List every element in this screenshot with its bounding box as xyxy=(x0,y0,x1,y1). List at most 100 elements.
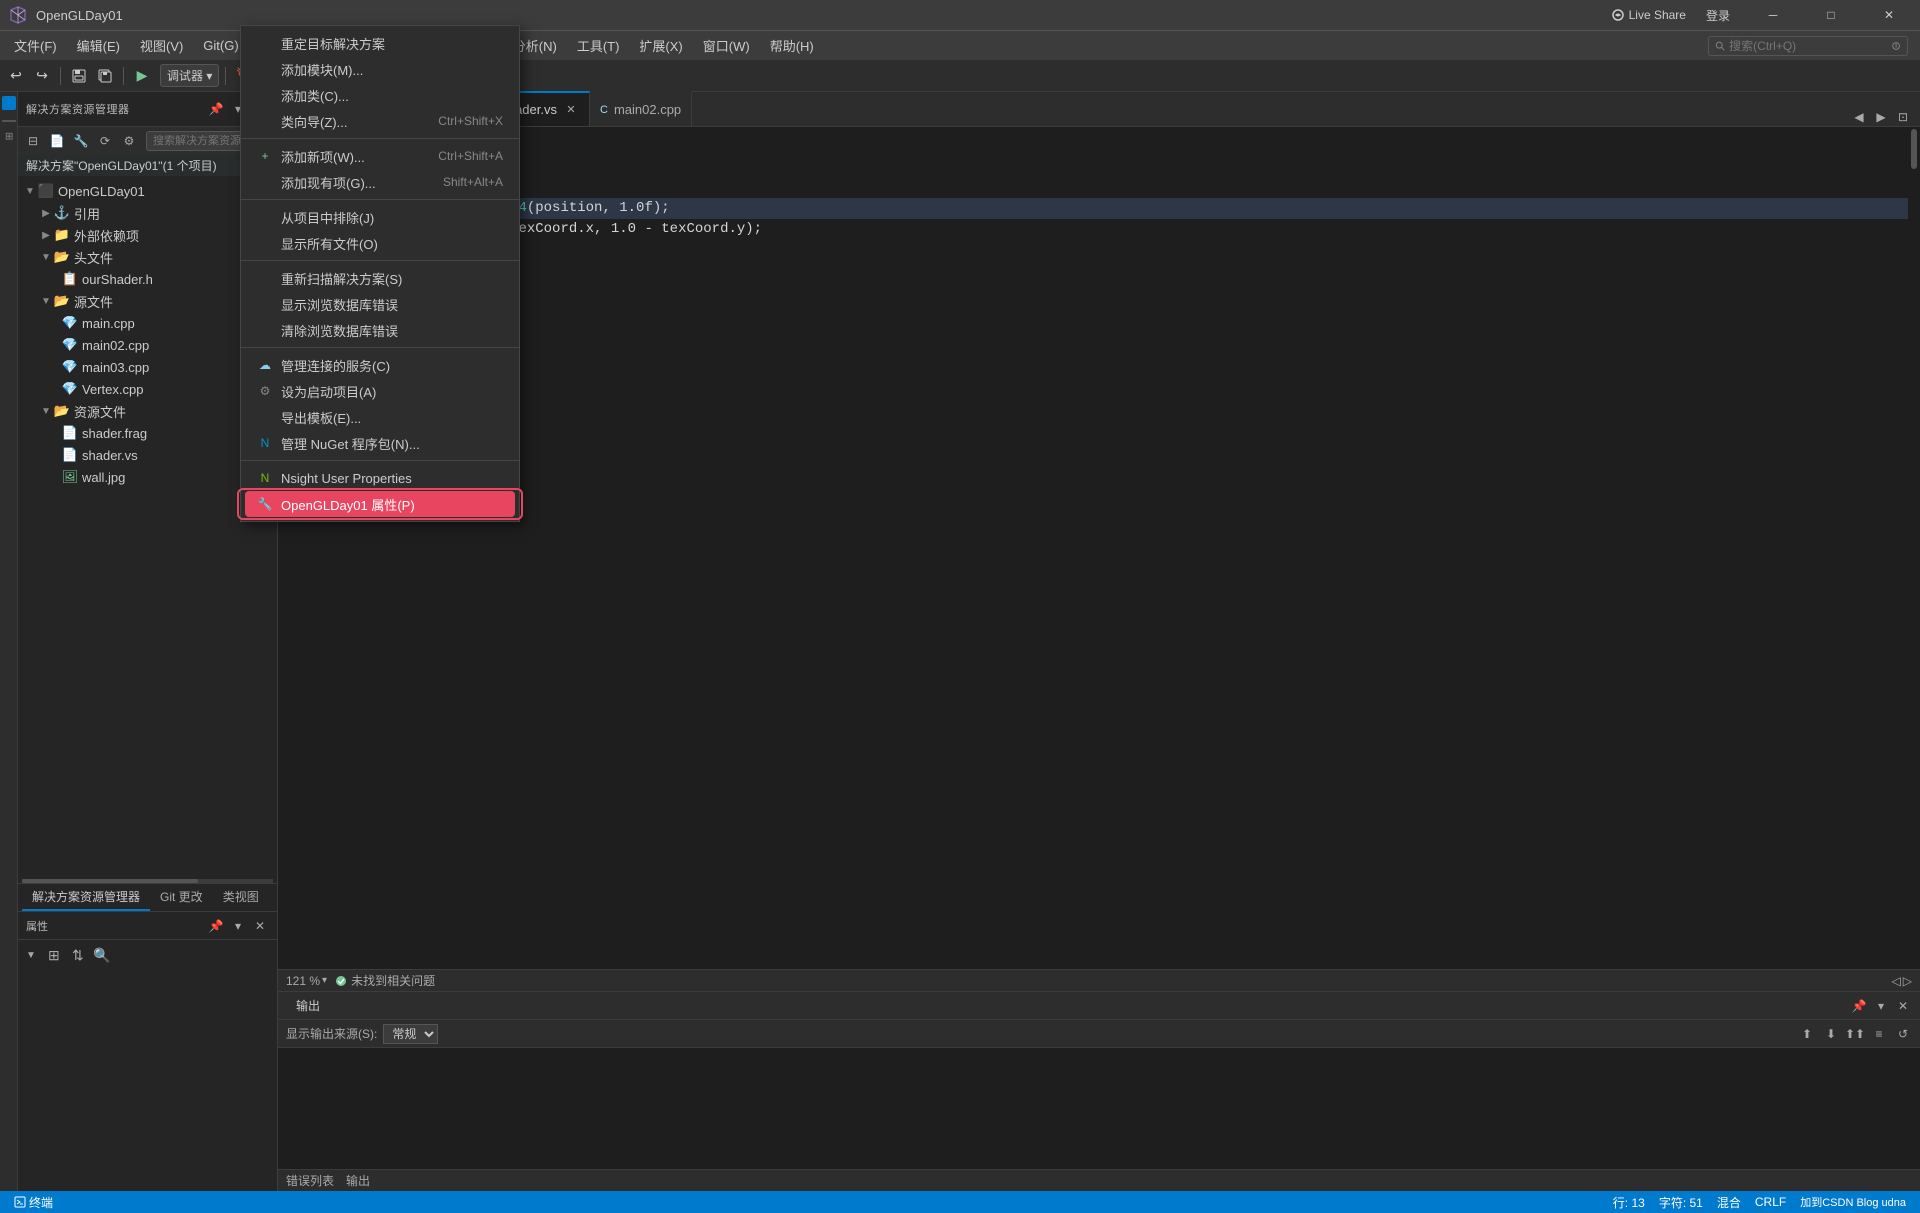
sidebar-tab-solution-explorer[interactable]: 解决方案资源管理器 xyxy=(22,884,150,911)
menu-item-help[interactable]: 帮助(H) xyxy=(760,32,824,59)
scroll-thumb[interactable] xyxy=(1911,129,1917,169)
panel-toolbar-btn3[interactable]: ⬆⬆ xyxy=(1846,1025,1864,1043)
tree-vertex-cpp[interactable]: 💎 Vertex.cpp xyxy=(18,378,277,400)
global-search-input[interactable] xyxy=(1729,39,1887,53)
ctx-add-module[interactable]: 添加模块(M)... xyxy=(241,56,519,82)
panel-tab-output[interactable]: 输出 xyxy=(346,1172,370,1189)
tree-wall-jpg[interactable]: 🖼 wall.jpg xyxy=(18,466,277,488)
show-all-files-button[interactable]: 📄 xyxy=(46,130,68,152)
tree-resource-files[interactable]: ▼ 📂 资源文件 xyxy=(18,400,277,422)
menu-item-tools[interactable]: 工具(T) xyxy=(567,32,630,59)
panel-close-button[interactable]: ✕ xyxy=(1894,997,1912,1015)
ctx-export-template[interactable]: 导出模板(E)... xyxy=(241,404,519,430)
menu-item-file[interactable]: 文件(F) xyxy=(4,32,67,59)
tab-bar-more[interactable]: ▶ xyxy=(1872,108,1890,126)
tree-header-files[interactable]: ▼ 📂 头文件 xyxy=(18,246,277,268)
close-button[interactable]: ✕ xyxy=(1866,0,1912,30)
panel-more-button[interactable]: ▾ xyxy=(1872,997,1890,1015)
ctx-show-db-errors[interactable]: 显示浏览数据库错误 xyxy=(241,291,519,317)
info-bar-scroll-right[interactable]: ▷ xyxy=(1903,974,1912,988)
ctx-nsight[interactable]: N Nsight User Properties xyxy=(241,465,519,491)
status-line[interactable]: 行: 13 xyxy=(1607,1194,1651,1211)
tab-shader-vs-close[interactable]: ✕ xyxy=(563,102,579,118)
login-label[interactable]: 登录 xyxy=(1706,7,1730,24)
tree-ourshaderhh[interactable]: 📋 ourShader.h xyxy=(18,268,277,290)
sidebar-pin-button[interactable]: 📌 xyxy=(207,100,225,118)
properties-pin-button[interactable]: 📌 xyxy=(207,917,225,935)
activity-icons[interactable]: ⊞ xyxy=(3,132,14,140)
ctx-add-class[interactable]: 添加类(C)... xyxy=(241,82,519,108)
properties-down-arrow[interactable]: ▼ xyxy=(26,950,36,961)
toolbar-undo[interactable]: ↩ xyxy=(4,64,28,88)
debug-target-dropdown[interactable]: 调试器 ▾ xyxy=(160,64,219,87)
sidebar-tab-classview[interactable]: 类视图 xyxy=(213,884,269,911)
ctx-show-all[interactable]: 显示所有文件(O) xyxy=(241,230,519,256)
status-char[interactable]: 字符: 51 xyxy=(1653,1194,1709,1211)
tree-shader-vs[interactable]: 📄 shader.vs xyxy=(18,444,277,466)
code-editor[interactable]: vec3 position; vec3 color; vec2 texCoord… xyxy=(278,127,1908,969)
toolbar-redo[interactable]: ↪ xyxy=(30,64,54,88)
menu-item-edit[interactable]: 编辑(E) xyxy=(67,32,130,59)
editor-scrollbar[interactable] xyxy=(1908,127,1920,969)
tree-references[interactable]: ▶ ⚓ 引用 xyxy=(18,202,277,224)
ctx-class-wizard[interactable]: 类向导(Z)... Ctrl+Shift+X xyxy=(241,108,519,134)
panel-source-select[interactable]: 常规 xyxy=(383,1024,438,1044)
maximize-button[interactable]: □ xyxy=(1808,0,1854,30)
ctx-manage-services-label: 管理连接的服务(C) xyxy=(281,356,390,375)
tree-root-openglday01[interactable]: ▼ ⬛ OpenGLDay01 xyxy=(18,180,277,202)
ctx-manage-nuget[interactable]: N 管理 NuGet 程序包(N)... xyxy=(241,430,519,456)
tree-main02-cpp[interactable]: 💎 main02.cpp xyxy=(18,334,277,356)
minimize-button[interactable]: ─ xyxy=(1750,0,1796,30)
toolbar-save-all[interactable] xyxy=(93,64,117,88)
tab-bar-close-all[interactable]: ⊡ xyxy=(1894,108,1912,126)
sidebar-tab-git[interactable]: Git 更改 xyxy=(150,884,213,911)
menu-item-window[interactable]: 窗口(W) xyxy=(693,32,760,59)
status-line-ending[interactable]: CRLF xyxy=(1749,1195,1792,1209)
tree-source-files[interactable]: ▼ 📂 源文件 xyxy=(18,290,277,312)
tree-external-deps[interactable]: ▶ 📁 外部依赖项 xyxy=(18,224,277,246)
tree-main03-cpp[interactable]: 💎 main03.cpp xyxy=(18,356,277,378)
ctx-add-existing[interactable]: 添加现有项(G)... Shift+Alt+A xyxy=(241,169,519,195)
panel-pin-button[interactable]: 📌 xyxy=(1850,997,1868,1015)
tree-shader-frag[interactable]: 📄 shader.frag xyxy=(18,422,277,444)
prop-sort-icon[interactable]: ⇅ xyxy=(68,945,88,965)
panel-toolbar-btn4[interactable]: ≡ xyxy=(1870,1025,1888,1043)
csdn-link[interactable]: 加到CSDN Blog udna xyxy=(1794,1194,1912,1210)
menu-item-extensions[interactable]: 扩展(X) xyxy=(629,32,692,59)
ctx-manage-services[interactable]: ☁ 管理连接的服务(C) xyxy=(241,352,519,378)
panel-toolbar-btn2[interactable]: ⬇ xyxy=(1822,1025,1840,1043)
live-share-button[interactable]: Live Share xyxy=(1603,6,1694,24)
sync-button[interactable]: ⟳ xyxy=(94,130,116,152)
properties-menu-button[interactable]: ▾ xyxy=(229,917,247,935)
properties-close-button[interactable]: ✕ xyxy=(251,917,269,935)
info-bar-scroll-left[interactable]: ◁ xyxy=(1892,974,1901,988)
activity-explorer[interactable] xyxy=(2,96,16,110)
ctx-set-startup[interactable]: ⚙ 设为启动项目(A) xyxy=(241,378,519,404)
panel-toolbar-btn1[interactable]: ⬆ xyxy=(1798,1025,1816,1043)
prop-grid-icon[interactable]: ⊞ xyxy=(44,945,64,965)
filter-button[interactable]: ⚙ xyxy=(118,130,140,152)
main03-cpp-label: main03.cpp xyxy=(82,360,149,375)
ctx-rescan[interactable]: 重新扫描解决方案(S) xyxy=(241,265,519,291)
status-terminal[interactable]: 终端 xyxy=(8,1194,59,1211)
ctx-add-new-item[interactable]: + 添加新项(W)... Ctrl+Shift+A xyxy=(241,143,519,169)
panel-tab-errors[interactable]: 错误列表 xyxy=(286,1172,334,1189)
global-search-box[interactable] xyxy=(1708,36,1908,56)
ctx-exclude[interactable]: 从项目中排除(J) xyxy=(241,204,519,230)
ctx-retarget-solution[interactable]: 重定目标解决方案 xyxy=(241,30,519,56)
zoom-status[interactable]: 121 % ▾ xyxy=(286,974,327,988)
collapse-all-button[interactable]: ⊟ xyxy=(22,130,44,152)
prop-search-icon[interactable]: 🔍 xyxy=(92,945,112,965)
tree-main-cpp[interactable]: 💎 main.cpp xyxy=(18,312,277,334)
ctx-properties[interactable]: 🔧 OpenGLDay01 属性(P) xyxy=(245,491,515,517)
ctx-clear-db-errors[interactable]: 清除浏览数据库错误 xyxy=(241,317,519,343)
toolbar-run[interactable]: ▶ xyxy=(130,64,154,88)
tab-bar-pin[interactable]: ◀ xyxy=(1850,108,1868,126)
tab-main02-cpp[interactable]: C main02.cpp xyxy=(590,91,692,126)
panel-toolbar-btn5[interactable]: ↺ xyxy=(1894,1025,1912,1043)
sidebar-search-input[interactable] xyxy=(153,135,251,147)
properties-button[interactable]: 🔧 xyxy=(70,130,92,152)
toolbar-save[interactable] xyxy=(67,64,91,88)
status-encoding[interactable]: 混合 xyxy=(1711,1194,1747,1211)
menu-item-view[interactable]: 视图(V) xyxy=(130,32,193,59)
